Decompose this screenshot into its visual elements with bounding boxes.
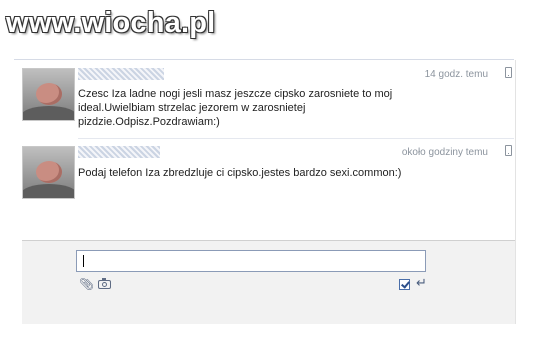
enter-key-icon: ↵ <box>416 275 427 290</box>
panel-border <box>515 60 516 324</box>
camera-icon[interactable] <box>98 278 111 289</box>
reply-input[interactable] <box>76 250 426 272</box>
text-caret <box>83 255 84 267</box>
avatar-shoulders <box>23 106 74 120</box>
avatar-face <box>36 83 62 105</box>
avatar-face <box>36 161 62 183</box>
message-text: Podaj telefon Iza zbredzluje ci cipsko.j… <box>78 167 402 179</box>
message-timestamp: około godziny temu <box>401 147 488 158</box>
reply-composer: 📎︎ ↵ <box>22 240 515 324</box>
mobile-phone-icon <box>505 67 512 78</box>
paperclip-icon[interactable]: 📎︎ <box>79 278 94 290</box>
enter-to-send-checkbox[interactable] <box>399 279 410 290</box>
avatar-shoulders <box>23 184 74 198</box>
message-text: Czesc Iza ladne nogi jesli masz jeszcze … <box>78 88 393 128</box>
message-item: 14 godz. temu Czesc Iza ladne nogi jesli… <box>14 60 514 136</box>
conversation-window: www.wiocha.pl 14 godz. temu Czesc Iza la… <box>0 0 541 339</box>
site-watermark: www.wiocha.pl <box>6 7 216 39</box>
sender-avatar[interactable] <box>22 146 75 199</box>
sender-name-blurred[interactable] <box>78 146 160 158</box>
sender-name-blurred[interactable] <box>78 68 164 80</box>
message-item: około godziny temu Podaj telefon Iza zbr… <box>14 138 514 202</box>
mobile-phone-icon <box>505 145 512 156</box>
message-timestamp: 14 godz. temu <box>424 69 488 80</box>
sender-avatar[interactable] <box>22 68 75 121</box>
